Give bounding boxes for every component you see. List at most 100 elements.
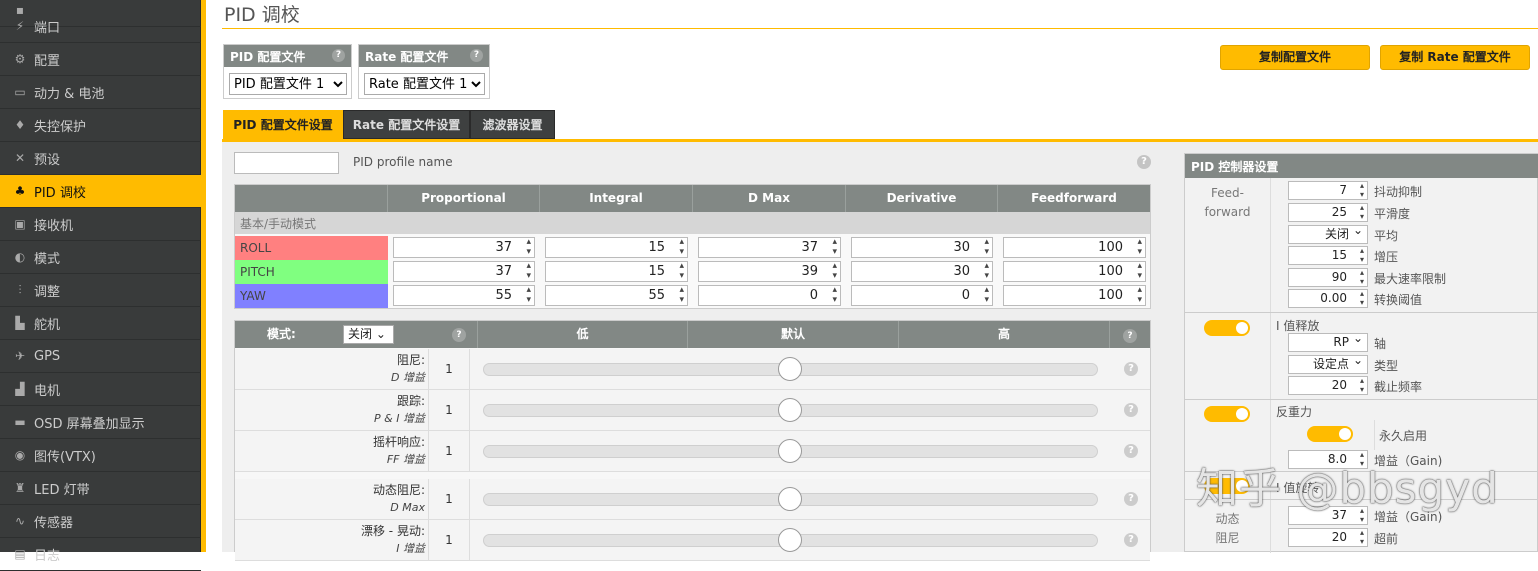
slider-thumb[interactable] [778, 487, 802, 511]
sidebar-item-adjustments[interactable]: ⫶ 调整 [0, 274, 201, 307]
receiver-icon: ▣ [14, 217, 26, 231]
slider-subtitle: D Max [390, 501, 425, 514]
sidebar-item-pid-tuning[interactable]: ♣ PID 调校 [0, 175, 201, 208]
pitch-p-input[interactable]: 37 [393, 261, 535, 282]
ff-smoothness-input[interactable]: 25 [1288, 203, 1368, 222]
sidebar-item-motors[interactable]: ▟ 电机 [0, 373, 201, 406]
help-icon[interactable]: ? [1123, 329, 1137, 343]
anti-gravity-always-label: 永久启用 [1379, 429, 1428, 443]
ff-boost-input[interactable]: 15 [1288, 246, 1368, 265]
help-icon[interactable]: ? [470, 49, 483, 62]
section-header: 基本/手动模式 [235, 212, 1150, 234]
slider-subtitle: FF 增益 [386, 453, 425, 466]
pitch-d-input[interactable]: 30 [851, 261, 993, 282]
slider-subtitle: P & I 增益 [374, 412, 425, 425]
ff-averaging-label: 平均 [1374, 229, 1399, 243]
help-icon[interactable]: ? [1137, 155, 1151, 169]
help-icon[interactable]: ? [1124, 492, 1138, 506]
help-icon[interactable]: ? [1124, 533, 1138, 547]
sidebar-item-servos[interactable]: ▙ 舵机 [0, 307, 201, 340]
help-icon[interactable]: ? [1124, 444, 1138, 458]
slider-title: 摇杆响应: [372, 435, 425, 449]
motor-icon: ▟ [15, 382, 25, 396]
sidebar-item-configuration[interactable]: ⚙ 配置 [0, 43, 201, 76]
column-header-proportional: Proportional [388, 185, 540, 212]
sidebar-item-presets[interactable]: ✕ 预设 [0, 142, 201, 175]
profile-name-input[interactable] [234, 152, 339, 174]
slider-title: 阻尼: [396, 353, 425, 367]
slider-thumb[interactable] [778, 357, 802, 381]
iterm-relax-toggle[interactable] [1204, 320, 1250, 336]
slider-subtitle: I 增益 [396, 542, 425, 555]
help-icon[interactable]: ? [452, 328, 466, 342]
pitch-ff-input[interactable]: 100 [1003, 261, 1146, 282]
sitemap-icon: ♣ [14, 184, 26, 198]
slider-thumb[interactable] [778, 398, 802, 422]
pid-profile-header: PID 配置文件? [224, 45, 351, 67]
sidebar-item-sensors[interactable]: ∿ 传感器 [0, 505, 201, 538]
yaw-ff-input[interactable]: 100 [1003, 285, 1146, 306]
dyn-damping-advance-input[interactable]: 20 [1288, 528, 1368, 547]
sidebar-item-label: PID 调校 [34, 185, 86, 201]
sidebar-item-modes[interactable]: ◐ 模式 [0, 241, 201, 274]
pitch-dmax-input[interactable]: 39 [698, 261, 841, 282]
sidebar-item-ports[interactable]: ⚡ 端口 [0, 10, 201, 43]
yaw-i-input[interactable]: 55 [545, 285, 688, 306]
slider-title: 动态阻尼: [372, 483, 425, 497]
sidebar-item-vtx[interactable]: ◉ 图传(VTX) [0, 439, 201, 472]
slider-mode-select[interactable]: 关闭 ⌄ [343, 325, 394, 344]
roll-d-input[interactable]: 30 [851, 237, 993, 258]
ff-transition-input[interactable]: 0.00 [1288, 289, 1368, 308]
sidebar-item-power[interactable]: ▭ 动力 & 电池 [0, 76, 201, 109]
slider-header-help: ? [1110, 321, 1150, 348]
iterm-relax-type-select[interactable]: 设定点 [1288, 352, 1368, 374]
sidebar-item-osd[interactable]: ▬ OSD 屏幕叠加显示 [0, 406, 201, 439]
page-title: PID 调校 [224, 4, 300, 26]
axis-label-roll: ROLL [235, 236, 388, 260]
sidebar-item-label: 调整 [34, 284, 61, 300]
slider-row-dynamic-damping: 动态阻尼: D Max 1 ? [235, 479, 1150, 520]
roll-dmax-input[interactable]: 37 [698, 237, 841, 258]
copy-rate-profile-button[interactable]: 复制 Rate 配置文件 [1380, 45, 1530, 70]
parachute-icon: ♦ [14, 118, 26, 132]
roll-i-input[interactable]: 15 [545, 237, 688, 258]
gear-icon: ⚙ [14, 52, 26, 66]
rate-profile-select[interactable]: Rate 配置文件 1 [364, 73, 485, 95]
help-icon[interactable]: ? [1124, 403, 1138, 417]
ff-max-rate-input[interactable]: 90 [1288, 268, 1368, 287]
help-icon[interactable]: ? [1124, 362, 1138, 376]
anti-gravity-toggle[interactable] [1204, 406, 1250, 422]
tab-rate-settings[interactable]: Rate 配置文件设置 [343, 110, 470, 139]
iterm-relax-axis-select[interactable]: RP [1288, 330, 1368, 352]
tab-filter-settings[interactable]: 滤波器设置 [470, 110, 555, 139]
sidebar-item-gps[interactable]: ✈ GPS [0, 340, 201, 373]
sidebar-item-label: 失控保护 [34, 119, 87, 135]
roll-p-input[interactable]: 37 [393, 237, 535, 258]
copy-profile-button[interactable]: 复制配置文件 [1220, 45, 1370, 70]
slider-thumb[interactable] [778, 439, 802, 463]
battery-icon: ▭ [14, 85, 26, 99]
plug-icon: ⚡ [15, 19, 25, 33]
sidebar-item-log[interactable]: ▤ 日志 [0, 538, 201, 571]
sidebar-item-led-strip[interactable]: ♜ LED 灯带 [0, 472, 201, 505]
help-icon[interactable]: ? [332, 49, 345, 62]
slider-value: 1 [428, 431, 470, 472]
sidebar-item-receiver[interactable]: ▣ 接收机 [0, 208, 201, 241]
ff-boost-label: 增压 [1374, 250, 1399, 264]
slider-label: 动态阻尼: D Max [235, 482, 425, 516]
yaw-d-input[interactable]: 0 [851, 285, 993, 306]
tab-pid-settings[interactable]: PID 配置文件设置 [223, 110, 343, 139]
pitch-i-input[interactable]: 15 [545, 261, 688, 282]
sidebar-item-label: OSD 屏幕叠加显示 [34, 416, 145, 432]
pid-profile-select[interactable]: PID 配置文件 1 [229, 73, 347, 95]
rate-profile-title: Rate 配置文件 [365, 50, 449, 64]
roll-ff-input[interactable]: 100 [1003, 237, 1146, 258]
iterm-relax-cutoff-input[interactable]: 20 [1288, 376, 1368, 395]
yaw-p-input[interactable]: 55 [393, 285, 535, 306]
ff-averaging-select[interactable]: 关闭 [1288, 222, 1368, 244]
ff-jitter-input[interactable]: 7 [1288, 181, 1368, 200]
slider-thumb[interactable] [778, 528, 802, 552]
anti-gravity-always-toggle[interactable] [1307, 426, 1353, 442]
sidebar-item-failsafe[interactable]: ♦ 失控保护 [0, 109, 201, 142]
yaw-dmax-input[interactable]: 0 [698, 285, 841, 306]
